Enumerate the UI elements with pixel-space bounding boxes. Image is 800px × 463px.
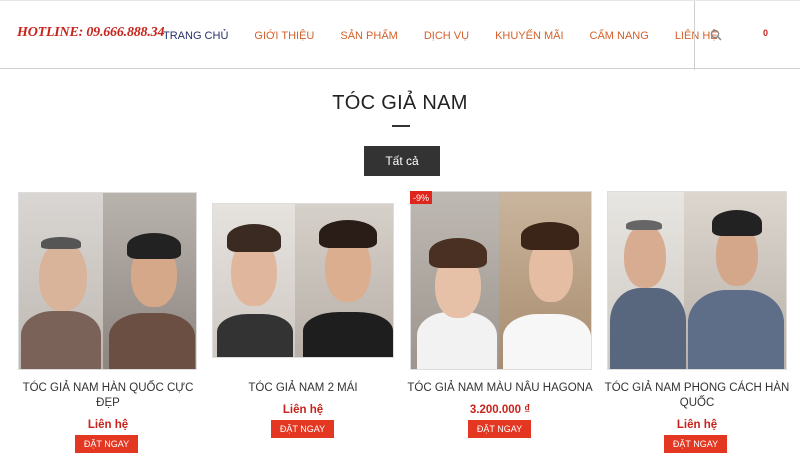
order-now-button[interactable]: ĐẶT NGAY bbox=[468, 420, 531, 438]
filter-all-button[interactable]: Tất cả bbox=[364, 146, 440, 176]
title-divider bbox=[392, 125, 410, 127]
product-name[interactable]: TÓC GIẢ NAM HÀN QUỐC CỰC ĐẸP bbox=[13, 381, 203, 411]
product-price: Liên hệ bbox=[676, 419, 718, 431]
cart-count[interactable]: 0 bbox=[763, 28, 768, 38]
product-price: 3.200.000 ₫ bbox=[469, 404, 531, 416]
product-image[interactable] bbox=[18, 192, 197, 370]
product-price: Liên hệ bbox=[87, 419, 129, 431]
product-name-line[interactable]: TÓC GIẢ NAM PHONG CÁCH HÀN bbox=[605, 382, 790, 394]
product-price: Liên hệ bbox=[282, 404, 324, 416]
product-name[interactable]: TÓC GIẢ NAM PHONG CÁCH HÀN QUỐC bbox=[602, 381, 792, 411]
product-image[interactable] bbox=[212, 203, 394, 358]
product-name[interactable]: TÓC GIẢ NAM 2 MÁI bbox=[208, 381, 398, 396]
main-nav: TRANG CHỦ GIỚI THIỆU SẢN PHẨM DỊCH VỤ KH… bbox=[150, 1, 731, 70]
order-now-button[interactable]: ĐẶT NGAY bbox=[271, 420, 334, 438]
nav-item-services[interactable]: DỊCH VỤ bbox=[424, 30, 469, 42]
product-image[interactable] bbox=[607, 191, 787, 370]
discount-badge: -9% bbox=[410, 191, 432, 204]
product-name-line[interactable]: ĐẸP bbox=[96, 397, 120, 409]
nav-item-home[interactable]: TRANG CHỦ bbox=[163, 30, 228, 42]
hotline[interactable]: HOTLINE: 09.666.888.34 bbox=[17, 25, 164, 41]
header-divider bbox=[694, 1, 695, 70]
order-now-button[interactable]: ĐẶT NGAY bbox=[75, 435, 138, 453]
nav-item-promotions[interactable]: KHUYẾN MÃI bbox=[495, 30, 563, 42]
product-name-line[interactable]: QUỐC bbox=[680, 397, 715, 409]
site-header: HOTLINE: 09.666.888.34 TRANG CHỦ GIỚI TH… bbox=[0, 0, 800, 70]
search-icon[interactable] bbox=[710, 28, 722, 41]
nav-item-products[interactable]: SẢN PHẨM bbox=[340, 30, 397, 42]
product-name-line[interactable]: TÓC GIẢ NAM HÀN QUỐC CỰC bbox=[23, 382, 194, 394]
product-name[interactable]: TÓC GIẢ NAM MÀU NÂU HAGONA bbox=[405, 381, 595, 396]
nav-item-about[interactable]: GIỚI THIỆU bbox=[254, 30, 314, 42]
product-image[interactable] bbox=[410, 191, 592, 370]
nav-item-handbook[interactable]: CẨM NANG bbox=[590, 30, 649, 42]
page-title: TÓC GIẢ NAM bbox=[332, 92, 468, 114]
order-now-button[interactable]: ĐẶT NGAY bbox=[664, 435, 727, 453]
